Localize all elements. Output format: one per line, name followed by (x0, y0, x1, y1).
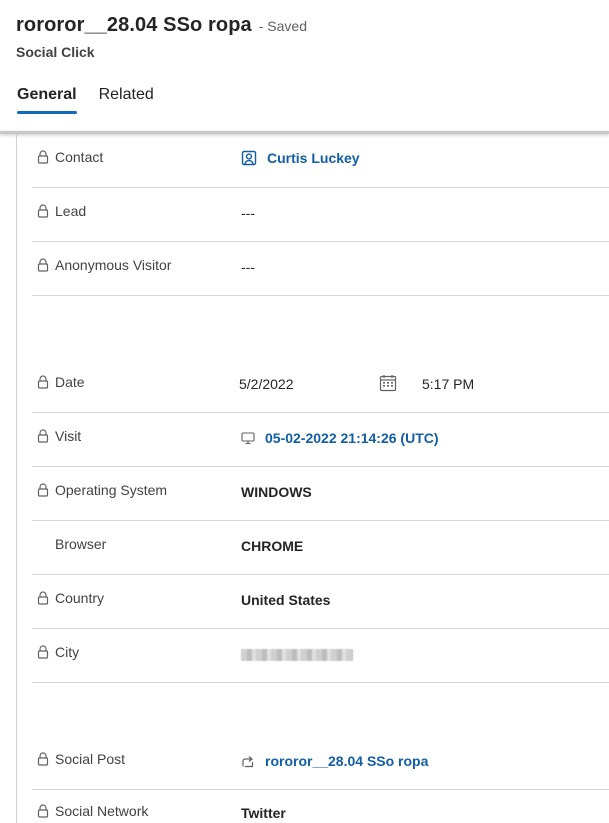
field-label-lead: Lead (37, 203, 86, 219)
field-row-social-network: Social Network Twitter (32, 788, 609, 823)
label-text: Anonymous Visitor (55, 257, 172, 273)
lock-icon (37, 429, 49, 443)
lock-icon (37, 150, 49, 164)
field-label-city: City (37, 644, 79, 660)
lock-icon (37, 258, 49, 272)
visit-link[interactable]: 05-02-2022 21:14:26 (UTC) (265, 430, 439, 446)
field-row-date: Date 5/2/2022 5:17 PM (32, 359, 609, 413)
field-row-operating-system: Operating System WINDOWS (32, 467, 609, 521)
monitor-icon (241, 432, 255, 445)
field-label-social-network: Social Network (37, 803, 148, 819)
field-row-anonymous-visitor: Anonymous Visitor --- (32, 242, 609, 296)
calendar-icon[interactable] (379, 374, 397, 392)
field-value-lead: --- (241, 205, 255, 221)
field-row-social-post: Social Post rororor__28.04 SSo ropa (32, 736, 609, 790)
redacted-value (241, 649, 353, 661)
label-text: Date (55, 374, 85, 390)
lock-icon (37, 645, 49, 659)
section-rail (16, 134, 17, 823)
field-label-browser: Browser (55, 536, 106, 552)
field-value-anonymous-visitor: --- (241, 259, 255, 275)
field-label-date: Date (37, 374, 85, 390)
lock-icon (37, 204, 49, 218)
tab-general[interactable]: General (17, 86, 77, 114)
lock-icon (37, 804, 49, 818)
lock-icon (37, 752, 49, 766)
field-label-social-post: Social Post (37, 751, 125, 767)
field-value-social-network: Twitter (241, 805, 286, 821)
field-label-country: Country (37, 590, 104, 606)
tab-list: General Related (17, 86, 176, 114)
lock-icon (37, 591, 49, 605)
contact-link[interactable]: Curtis Luckey (267, 150, 360, 166)
field-row-country: Country United States (32, 575, 609, 629)
label-text: Social Network (55, 803, 149, 819)
share-icon (242, 756, 254, 768)
field-value-operating-system: WINDOWS (241, 484, 312, 500)
label-text: Social Post (55, 751, 126, 767)
label-text: Contact (55, 149, 104, 165)
label-text: Lead (55, 203, 87, 219)
field-label-visit: Visit (37, 428, 81, 444)
field-value-social-post[interactable]: rororor__28.04 SSo ropa (241, 753, 428, 769)
field-row-city: City (32, 629, 609, 683)
record-title: rororor__28.04 SSo ropa (16, 14, 252, 36)
field-value-browser[interactable]: CHROME (241, 538, 303, 554)
save-status: - Saved (258, 18, 307, 34)
label-text: Operating System (55, 482, 168, 498)
date-value[interactable]: 5/2/2022 (239, 376, 294, 392)
lock-icon (37, 483, 49, 497)
field-label-operating-system: Operating System (37, 482, 167, 498)
field-row-contact: Contact Curtis Luckey (32, 134, 609, 188)
contact-card-icon (241, 150, 257, 166)
label-text: Browser (55, 536, 107, 552)
field-value-contact[interactable]: Curtis Luckey (241, 150, 360, 166)
time-value[interactable]: 5:17 PM (422, 376, 474, 392)
label-text: City (55, 644, 80, 660)
title-row: rororor__28.04 SSo ropa - Saved (16, 14, 307, 37)
field-label-contact: Contact (37, 149, 103, 165)
lock-icon (37, 375, 49, 389)
field-value-country: United States (241, 592, 331, 608)
field-value-city-redacted (241, 649, 353, 661)
label-text: Visit (55, 428, 82, 444)
form-body: Contact Curtis Luckey Lead --- Anonymous… (0, 134, 609, 823)
record-header: rororor__28.04 SSo ropa - Saved Social C… (0, 0, 609, 133)
field-row-lead: Lead --- (32, 188, 609, 242)
field-row-browser: Browser CHROME (32, 521, 609, 575)
field-row-visit: Visit 05-02-2022 21:14:26 (UTC) (32, 413, 609, 467)
social-post-link[interactable]: rororor__28.04 SSo ropa (265, 753, 428, 769)
entity-name: Social Click (16, 44, 95, 60)
label-text: Country (55, 590, 105, 606)
field-label-anonymous-visitor: Anonymous Visitor (37, 257, 171, 273)
tab-related[interactable]: Related (99, 86, 154, 112)
field-value-visit[interactable]: 05-02-2022 21:14:26 (UTC) (241, 430, 439, 446)
